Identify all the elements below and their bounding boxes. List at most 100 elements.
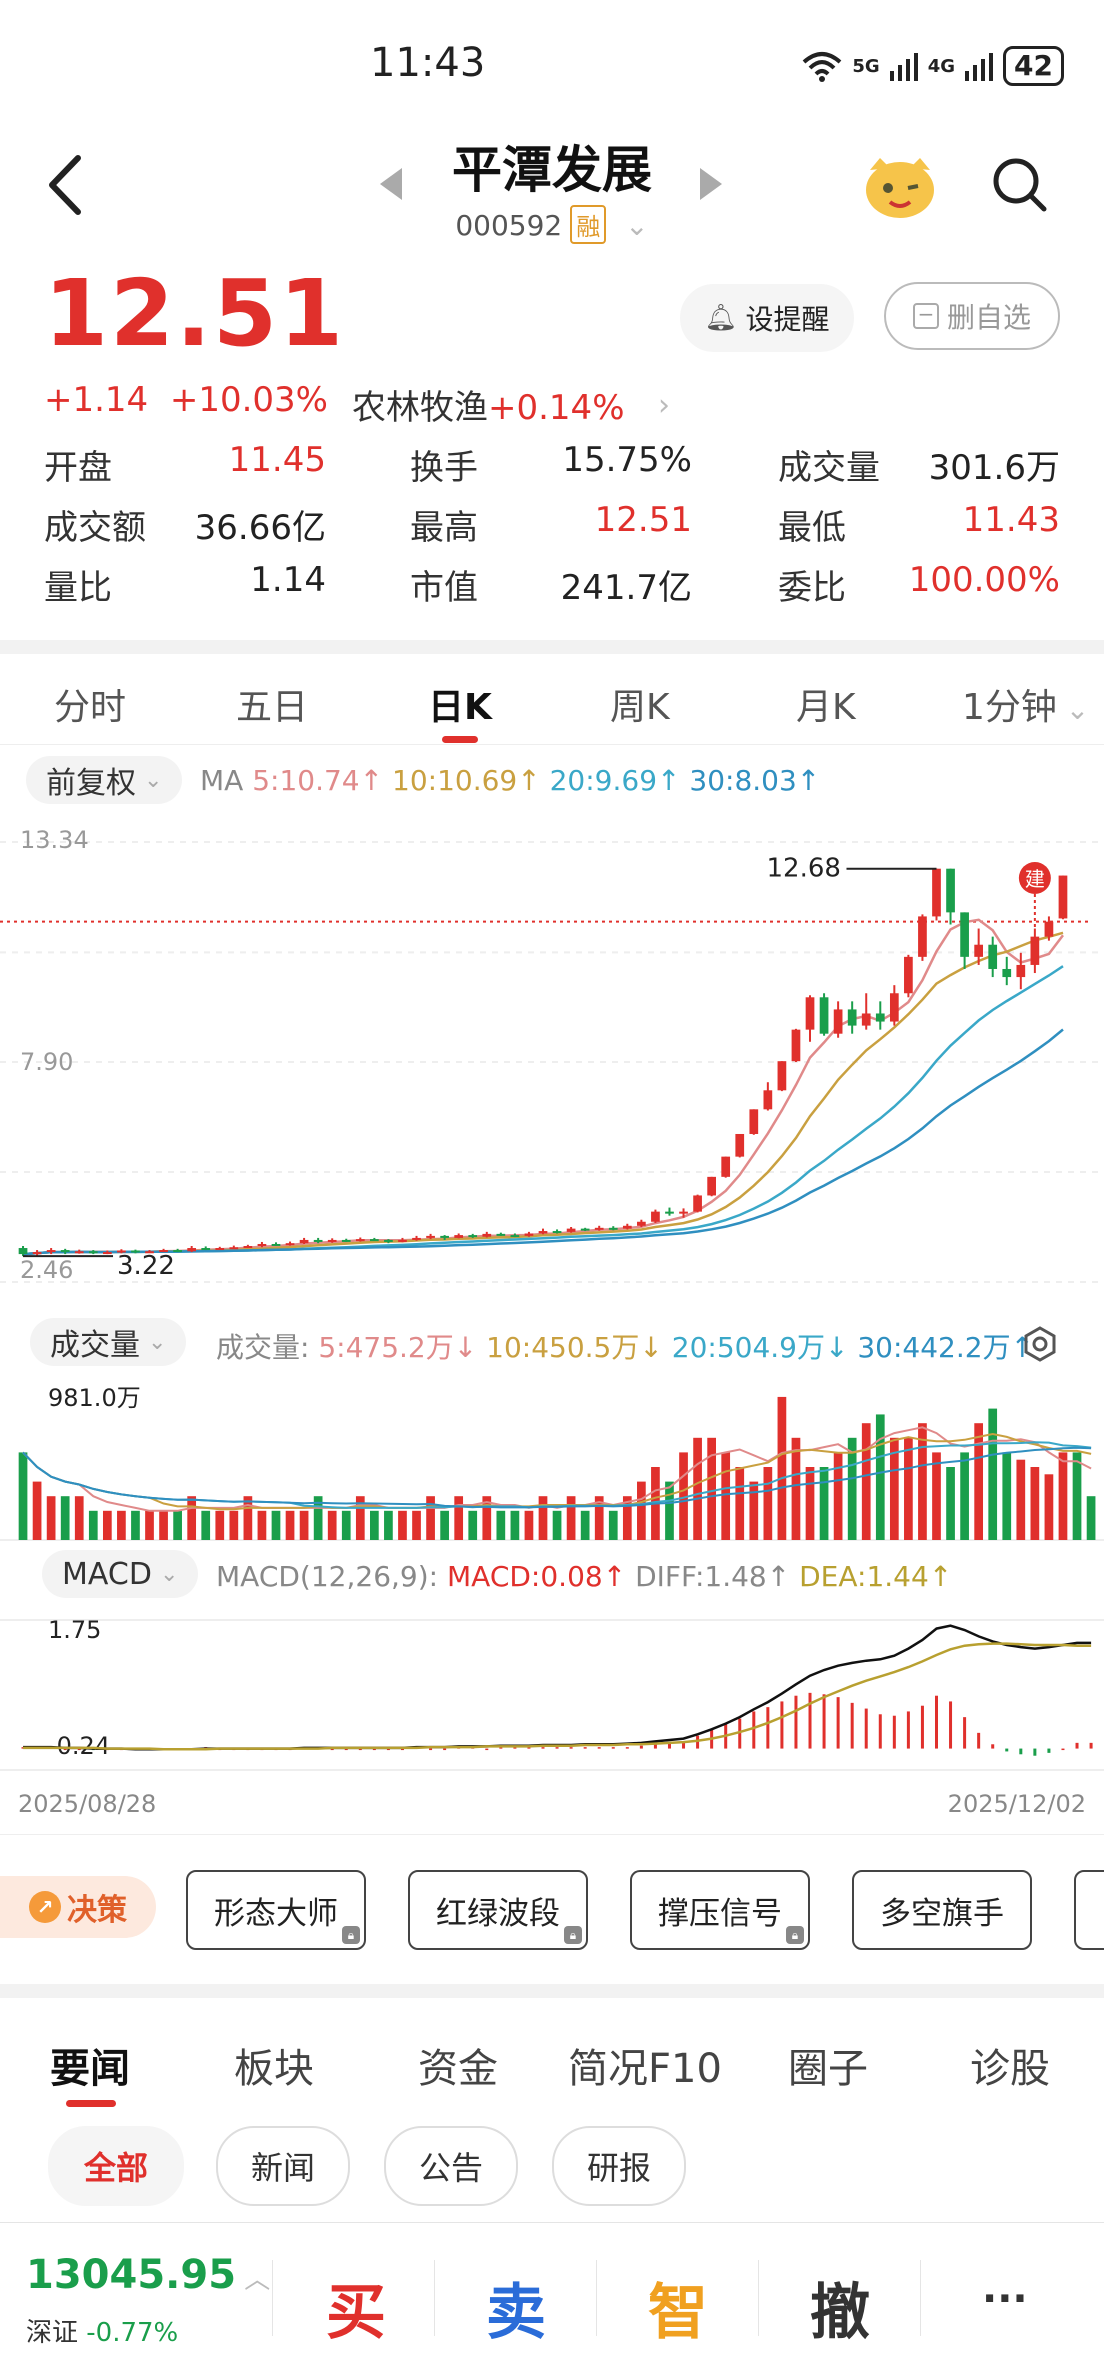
tab-community[interactable]: 圈子 — [788, 2036, 868, 2094]
tool-red-green-band[interactable]: 红绿波段 🔒︎ — [408, 1870, 588, 1950]
volume-selector[interactable]: 成交量 ⌄ — [30, 1318, 187, 1366]
candle-body — [819, 997, 829, 1034]
cancel-order-button[interactable]: 撤 — [810, 2264, 870, 2351]
macd-selector[interactable]: MACD ⌄ — [42, 1550, 199, 1598]
next-stock-icon[interactable] — [700, 168, 722, 200]
tab-intraday[interactable]: 分时 — [54, 678, 126, 730]
candle-body — [622, 1225, 632, 1229]
index-value-text: 13045.95 — [26, 2252, 237, 2298]
tab-weekly-k[interactable]: 周K — [610, 678, 670, 730]
candle-body — [398, 1239, 407, 1242]
volume-bar — [819, 1467, 829, 1540]
macd-params: MACD(12,26,9): — [216, 1560, 439, 1593]
settings-icon[interactable] — [1022, 1326, 1058, 1362]
filter-research[interactable]: 研报 — [552, 2126, 686, 2206]
battery-indicator: 42 — [1003, 46, 1064, 86]
more-button[interactable]: ··· — [982, 2276, 1028, 2322]
margin-badge: 融 — [570, 205, 607, 244]
volume-bar — [665, 1481, 674, 1540]
dea-value: DEA:1.44 — [799, 1560, 929, 1593]
adjust-selector[interactable]: 前复权 ⌄ — [26, 756, 183, 804]
volume-chart[interactable]: 981.0万 — [0, 1374, 1104, 1544]
volume-bar — [735, 1467, 745, 1540]
candle-body — [468, 1235, 478, 1238]
index-value[interactable]: 13045.95 ︿ — [26, 2252, 270, 2298]
tab-monthly-k[interactable]: 月K — [796, 678, 856, 730]
stat-label: 成交额 — [44, 508, 146, 548]
candle-body — [904, 956, 913, 994]
decision-button[interactable]: ↗ 决策 — [0, 1876, 156, 1938]
macd-histogram-bar — [878, 1714, 882, 1749]
ma10-value: 10:10.69 — [392, 764, 518, 797]
tool-more-partial[interactable] — [1074, 1870, 1104, 1950]
macd-chart[interactable]: 1.75 -0.24 — [0, 1606, 1104, 1776]
dea-line — [23, 1642, 1092, 1751]
candle-body — [707, 1176, 716, 1196]
candle-body — [201, 1248, 211, 1251]
tool-label: 多空旗手 — [880, 1895, 1004, 1932]
candle-body — [665, 1211, 674, 1214]
candle-body — [18, 1248, 28, 1255]
buy-button[interactable]: 买 — [326, 2264, 386, 2351]
remove-watchlist-button[interactable]: − 删自选 — [884, 282, 1060, 350]
tool-pattern-master[interactable]: 形态大师 🔒︎ — [186, 1870, 366, 1950]
search-icon[interactable] — [990, 155, 1050, 215]
tab-one-minute[interactable]: 1分钟 ⌄ — [962, 678, 1089, 730]
volume-bar — [412, 1510, 421, 1540]
candle-body — [637, 1221, 646, 1226]
stat-value: 12.51 — [594, 500, 692, 540]
candle-body — [412, 1237, 421, 1240]
tool-support-resistance[interactable]: 撑压信号 🔒︎ — [630, 1870, 810, 1950]
sector-link[interactable]: 农林牧渔+0.14% — [352, 380, 625, 429]
macd-histogram-bar — [934, 1695, 938, 1749]
candle-body — [313, 1239, 323, 1242]
chevron-right-icon[interactable]: › — [658, 388, 670, 423]
ma-label: MA — [200, 764, 244, 797]
tool-bull-bear-flag[interactable]: 多空旗手 — [852, 1870, 1032, 1950]
macd-histogram-bar — [653, 1744, 657, 1749]
ma-legend: MA 5:10.74↑ 10:10.69↑ 20:9.69↑ 30:8.03↑ — [200, 764, 821, 797]
volume-bar — [426, 1496, 435, 1540]
volume-bar — [46, 1496, 56, 1540]
sell-button[interactable]: 卖 — [486, 2264, 546, 2351]
y-axis-label: 7.90 — [20, 1048, 73, 1076]
macd-selector-label: MACD — [62, 1556, 152, 1592]
tab-five-day[interactable]: 五日 — [236, 678, 308, 730]
volume-bar — [833, 1452, 843, 1540]
volume-bar — [904, 1437, 913, 1540]
mascot-icon[interactable] — [860, 150, 940, 220]
volume-bar — [327, 1510, 337, 1540]
candle-body — [1016, 964, 1026, 978]
network-5g-label: 5G — [852, 55, 880, 77]
tab-diagnosis[interactable]: 诊股 — [970, 2036, 1050, 2094]
set-alert-button[interactable]: 🔔︎ 设提醒 — [680, 284, 854, 352]
macd-histogram-bar — [639, 1745, 643, 1749]
candle-body — [651, 1211, 660, 1222]
volume-bar — [861, 1423, 871, 1540]
tab-news-headlines[interactable]: 要闻 — [50, 2036, 130, 2094]
tab-divider — [0, 744, 1104, 745]
tab-daily-k[interactable]: 日K — [428, 678, 492, 730]
tab-f10[interactable]: 简况F10 — [568, 2036, 722, 2094]
volume-bar — [974, 1423, 984, 1540]
macd-histogram-bar — [1047, 1748, 1051, 1753]
filter-announcement[interactable]: 公告 — [384, 2126, 518, 2206]
macd-histogram-bar — [1089, 1742, 1093, 1749]
volume-bar — [215, 1510, 225, 1540]
smart-button[interactable]: 智 — [648, 2264, 708, 2351]
volume-legend: 成交量: 5:475.2万↓ 10:450.5万↓ 20:504.9万↓ 30:… — [216, 1331, 1035, 1364]
current-price: 12.51 — [44, 260, 346, 367]
vol20-value: 20:504.9万 — [671, 1331, 825, 1364]
candle-body — [243, 1246, 253, 1249]
macd-histogram-bar — [485, 1748, 489, 1751]
tab-funds[interactable]: 资金 — [418, 2036, 498, 2094]
candle-body — [580, 1228, 590, 1231]
filter-news[interactable]: 新闻 — [216, 2126, 350, 2206]
active-news-tab-indicator — [66, 2100, 116, 2107]
candle-body — [608, 1227, 618, 1230]
candle-body — [496, 1233, 506, 1236]
filter-all[interactable]: 全部 — [48, 2126, 184, 2206]
tab-sector[interactable]: 板块 — [234, 2036, 314, 2094]
candlestick-chart[interactable]: 13.34 7.90 2.46 12.68 3.22 建 — [0, 812, 1104, 1308]
volume-bar — [510, 1510, 520, 1540]
